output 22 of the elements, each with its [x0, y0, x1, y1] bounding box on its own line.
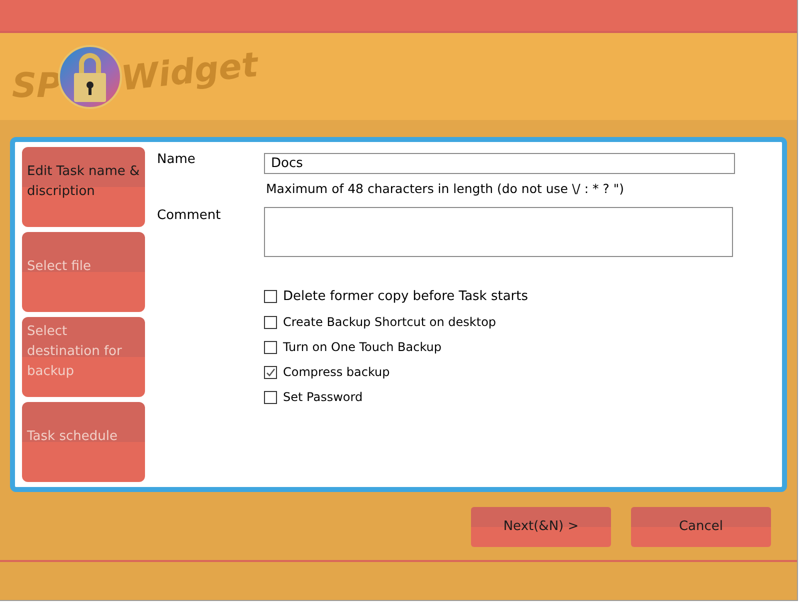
checkbox-label: Create Backup Shortcut on desktop	[283, 314, 496, 332]
field-label: Name	[157, 151, 196, 169]
checkbox[interactable]	[264, 316, 277, 329]
checkbox[interactable]	[264, 340, 277, 354]
checkbox[interactable]	[264, 390, 277, 404]
checkbox-label: Set Password	[283, 389, 363, 406]
checkbox-label: Compress backup	[283, 364, 390, 382]
step-tab[interactable]: Task schedule	[22, 402, 145, 482]
step-tab[interactable]: Select destination for backup	[22, 317, 145, 397]
checkbox[interactable]	[264, 290, 277, 303]
checkbox-label: Delete former copy before Task starts	[283, 288, 528, 306]
field-label: Comment	[157, 206, 222, 225]
checkbox[interactable]	[264, 366, 277, 379]
dialog-button[interactable]: Cancel	[631, 507, 771, 547]
dialog-button[interactable]: Next(&N) >	[471, 507, 611, 547]
hint-text: Maximum of 48 characters in length (do not use \/ : * ? ")	[266, 180, 626, 198]
step-tab[interactable]: Select file	[22, 232, 145, 312]
padlock-icon	[57, 44, 124, 110]
checkbox-label: Turn on One Touch Backup	[283, 339, 442, 356]
name-field[interactable]: Docs	[264, 153, 735, 174]
step-tab[interactable]: Edit Task name & discription	[22, 147, 145, 227]
comment-field[interactable]	[264, 206, 733, 257]
